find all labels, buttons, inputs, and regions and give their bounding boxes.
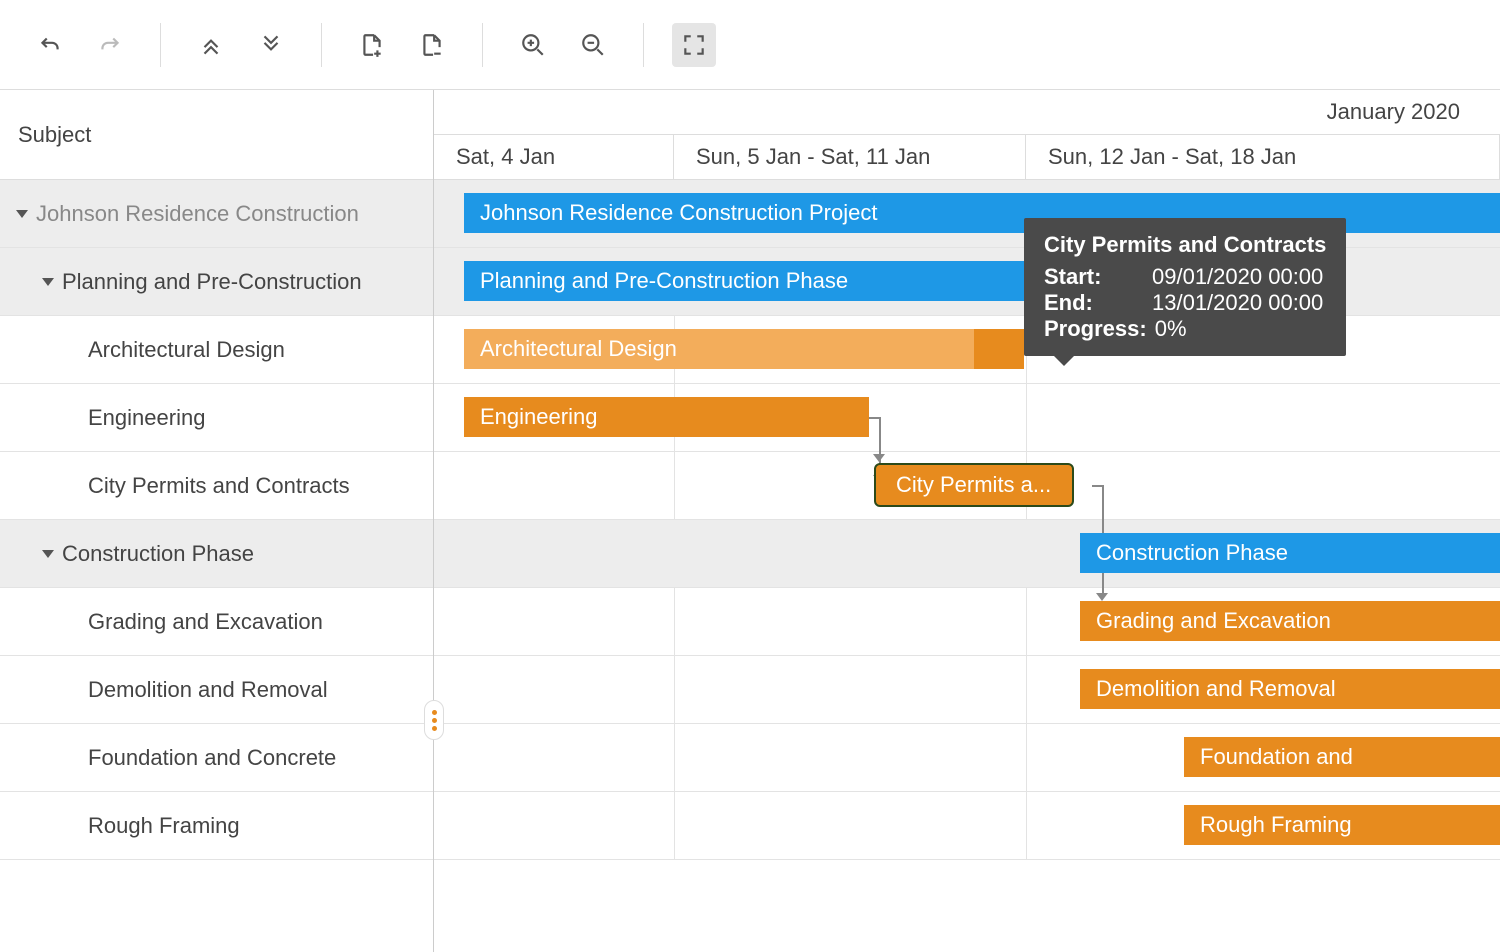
chart-row: Foundation and xyxy=(434,724,1500,792)
bar-demo[interactable]: Demolition and Removal xyxy=(1080,669,1500,709)
bar-label: City Permits a... xyxy=(896,472,1051,498)
timeline-header: January 2020 Sat, 4 Jan Sun, 5 Jan - Sat… xyxy=(434,90,1500,180)
task-tooltip: City Permits and Contracts Start: 09/01/… xyxy=(1024,218,1346,356)
bar-construction[interactable]: Construction Phase xyxy=(1080,533,1500,573)
redo-button[interactable] xyxy=(88,23,132,67)
chart-row: Engineering xyxy=(434,384,1500,452)
fullscreen-button[interactable] xyxy=(672,23,716,67)
tree-label: City Permits and Contracts xyxy=(88,473,350,499)
dot-icon xyxy=(432,718,437,723)
tree-row-permits[interactable]: City Permits and Contracts xyxy=(0,452,433,520)
tree-row-construction[interactable]: Construction Phase xyxy=(0,520,433,588)
tree-row-arch[interactable]: Architectural Design xyxy=(0,316,433,384)
tooltip-start-value: 09/01/2020 00:00 xyxy=(1152,264,1323,290)
week-cell-2: Sun, 12 Jan - Sat, 18 Jan xyxy=(1026,135,1500,180)
zoom-out-button[interactable] xyxy=(571,23,615,67)
bar-framing[interactable]: Rough Framing xyxy=(1184,805,1500,845)
timeline-panel: January 2020 Sat, 4 Jan Sun, 5 Jan - Sat… xyxy=(434,90,1500,952)
bar-label: Rough Framing xyxy=(1200,812,1352,838)
collapse-all-button[interactable] xyxy=(189,23,233,67)
toolbar xyxy=(0,0,1500,90)
separator xyxy=(643,23,644,67)
tree-row-planning[interactable]: Planning and Pre-Construction xyxy=(0,248,433,316)
tree-row-framing[interactable]: Rough Framing xyxy=(0,792,433,860)
tree-label: Engineering xyxy=(88,405,205,431)
tree-label: Construction Phase xyxy=(62,541,254,567)
caret-down-icon[interactable] xyxy=(42,550,54,558)
task-tree-panel: Subject Johnson Residence Construction P… xyxy=(0,90,434,952)
separator xyxy=(321,23,322,67)
dependency-line xyxy=(879,417,881,452)
bar-label: Johnson Residence Construction Project xyxy=(480,200,877,226)
bar-permits-selected[interactable]: City Permits a... xyxy=(874,463,1074,507)
bar-label: Grading and Excavation xyxy=(1096,608,1331,634)
month-header: January 2020 xyxy=(434,90,1500,135)
dot-icon xyxy=(432,710,437,715)
bar-foundation[interactable]: Foundation and xyxy=(1184,737,1500,777)
remove-task-button[interactable] xyxy=(410,23,454,67)
chart-row: Demolition and Removal xyxy=(434,656,1500,724)
zoom-in-button[interactable] xyxy=(511,23,555,67)
tree-row-project[interactable]: Johnson Residence Construction xyxy=(0,180,433,248)
splitter-handle[interactable] xyxy=(424,700,444,740)
tree-label: Johnson Residence Construction xyxy=(36,201,359,227)
tooltip-progress-label: Progress: xyxy=(1044,316,1147,342)
chart-row: Rough Framing xyxy=(434,792,1500,860)
bar-eng[interactable]: Engineering xyxy=(464,397,869,437)
add-task-button[interactable] xyxy=(350,23,394,67)
gantt-main: Subject Johnson Residence Construction P… xyxy=(0,90,1500,952)
undo-button[interactable] xyxy=(28,23,72,67)
tooltip-end-value: 13/01/2020 00:00 xyxy=(1152,290,1323,316)
separator xyxy=(160,23,161,67)
bar-label: Architectural Design xyxy=(480,336,677,362)
chart-row: City Permits a... xyxy=(434,452,1500,520)
caret-down-icon[interactable] xyxy=(16,210,28,218)
bar-label: Demolition and Removal xyxy=(1096,676,1336,702)
bar-label: Foundation and xyxy=(1200,744,1353,770)
bar-label: Construction Phase xyxy=(1096,540,1288,566)
bar-label: Planning and Pre-Construction Phase xyxy=(480,268,848,294)
tooltip-end-label: End: xyxy=(1044,290,1144,316)
tree-row-eng[interactable]: Engineering xyxy=(0,384,433,452)
progress-handle-icon[interactable] xyxy=(874,501,880,507)
week-header: Sat, 4 Jan Sun, 5 Jan - Sat, 11 Jan Sun,… xyxy=(434,135,1500,180)
chart-row: Grading and Excavation xyxy=(434,588,1500,656)
separator xyxy=(482,23,483,67)
week-cell-0: Sat, 4 Jan xyxy=(434,135,674,180)
expand-all-button[interactable] xyxy=(249,23,293,67)
tree-row-grading[interactable]: Grading and Excavation xyxy=(0,588,433,656)
dependency-arrow-icon xyxy=(873,454,885,462)
dependency-line xyxy=(1102,485,1104,520)
bar-label: Engineering xyxy=(480,404,597,430)
subject-column-header: Subject xyxy=(0,90,433,180)
week-cell-1: Sun, 5 Jan - Sat, 11 Jan xyxy=(674,135,1026,180)
dependency-arrow-icon xyxy=(1096,593,1108,601)
caret-down-icon[interactable] xyxy=(42,278,54,286)
dot-icon xyxy=(432,726,437,731)
tree-label: Foundation and Concrete xyxy=(88,745,336,771)
tree-label: Planning and Pre-Construction xyxy=(62,269,362,295)
tree-row-foundation[interactable]: Foundation and Concrete xyxy=(0,724,433,792)
dependency-line xyxy=(869,417,881,419)
tree-label: Demolition and Removal xyxy=(88,677,328,703)
tooltip-progress-value: 0% xyxy=(1155,316,1187,342)
tree-label: Architectural Design xyxy=(88,337,285,363)
tooltip-start-label: Start: xyxy=(1044,264,1144,290)
chart-row: Construction Phase xyxy=(434,520,1500,588)
tooltip-title: City Permits and Contracts xyxy=(1044,232,1326,258)
tree-row-demo[interactable]: Demolition and Removal xyxy=(0,656,433,724)
bar-grading[interactable]: Grading and Excavation xyxy=(1080,601,1500,641)
tree-label: Grading and Excavation xyxy=(88,609,323,635)
bar-arch[interactable]: Architectural Design xyxy=(464,329,1024,369)
tree-label: Rough Framing xyxy=(88,813,240,839)
